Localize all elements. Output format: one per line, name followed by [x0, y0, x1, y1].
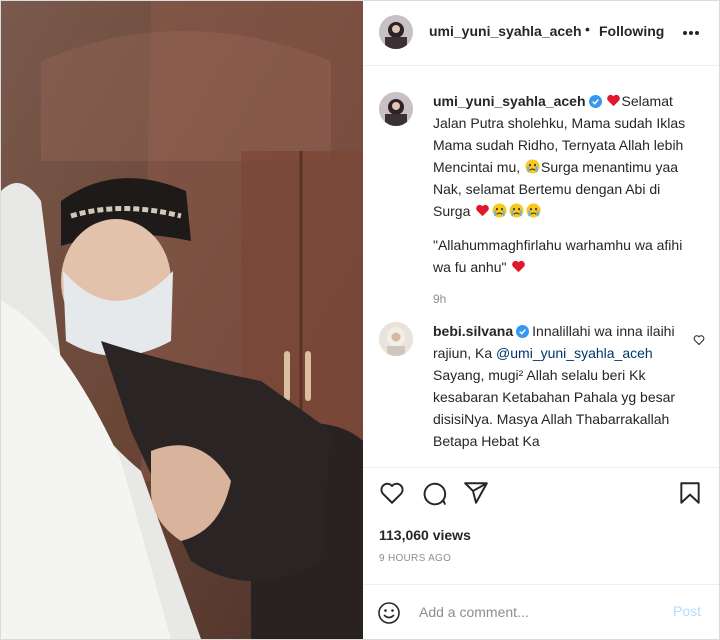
caption-timestamp[interactable]: 9h [433, 288, 699, 310]
post-video[interactable] [1, 1, 363, 639]
red-heart-emoji-icon [512, 260, 526, 273]
comment-icon[interactable] [421, 480, 447, 506]
view-count[interactable]: 113,060 views [379, 527, 471, 543]
caption-avatar[interactable] [379, 92, 413, 126]
author-avatar[interactable] [379, 15, 413, 49]
post-window: umi_yuni_syahla_aceh • Following umi_yun… [0, 0, 720, 640]
caption-quote: "Allahummaghfirlahu warhamhu wa afihi wa… [433, 237, 683, 275]
more-horizontal-icon[interactable] [681, 23, 701, 43]
post-timestamp[interactable]: 9 HOURS AGO [379, 553, 451, 564]
crying-face-emoji-icon [492, 203, 507, 218]
commenter-avatar[interactable] [379, 322, 413, 356]
bookmark-icon[interactable] [677, 480, 703, 506]
comment-mention-link[interactable]: @umi_yuni_syahla_aceh [496, 345, 653, 361]
heart-icon[interactable] [379, 480, 405, 506]
caption-text: umi_yuni_syahla_aceh Selamat Jalan Putra … [433, 90, 699, 310]
add-comment-input[interactable] [419, 599, 659, 625]
post-actions: 113,060 views 9 HOURS AGO Post [363, 467, 719, 639]
post-sidebar: umi_yuni_syahla_aceh • Following umi_yun… [363, 1, 719, 639]
share-icon[interactable] [463, 480, 489, 506]
verified-badge-icon [588, 95, 602, 108]
video-frame-image [1, 1, 363, 639]
emoji-picker-icon[interactable] [377, 601, 401, 625]
following-button[interactable]: Following [599, 23, 664, 39]
header-separator: • [585, 21, 590, 37]
red-heart-emoji-icon [606, 94, 620, 107]
comment-text: bebi.silvana Innalillahi wa inna ilaihi r… [433, 320, 699, 452]
add-comment-bar: Post [363, 584, 719, 639]
comment-like-heart-icon[interactable] [693, 334, 705, 346]
red-heart-emoji-icon [476, 204, 490, 217]
author-username[interactable]: umi_yuni_syahla_aceh [429, 23, 582, 39]
caption-username[interactable]: umi_yuni_syahla_aceh [433, 93, 586, 109]
verified-badge-icon [516, 325, 530, 338]
crying-face-emoji-icon [525, 159, 540, 174]
post-comment-button[interactable]: Post [673, 603, 701, 619]
caption-quote-line: "Allahummaghfirlahu warhamhu wa afihi wa… [433, 234, 699, 278]
comment-text-part-2: Sayang, mugi² Allah selalu beri Kk kesab… [433, 367, 676, 449]
commenter-username[interactable]: bebi.silvana [433, 323, 513, 339]
crying-face-emoji-icon [526, 203, 541, 218]
crying-face-emoji-icon [509, 203, 524, 218]
post-header: umi_yuni_syahla_aceh • Following [363, 1, 719, 66]
comments-list[interactable]: umi_yuni_syahla_aceh Selamat Jalan Putra … [363, 66, 719, 466]
